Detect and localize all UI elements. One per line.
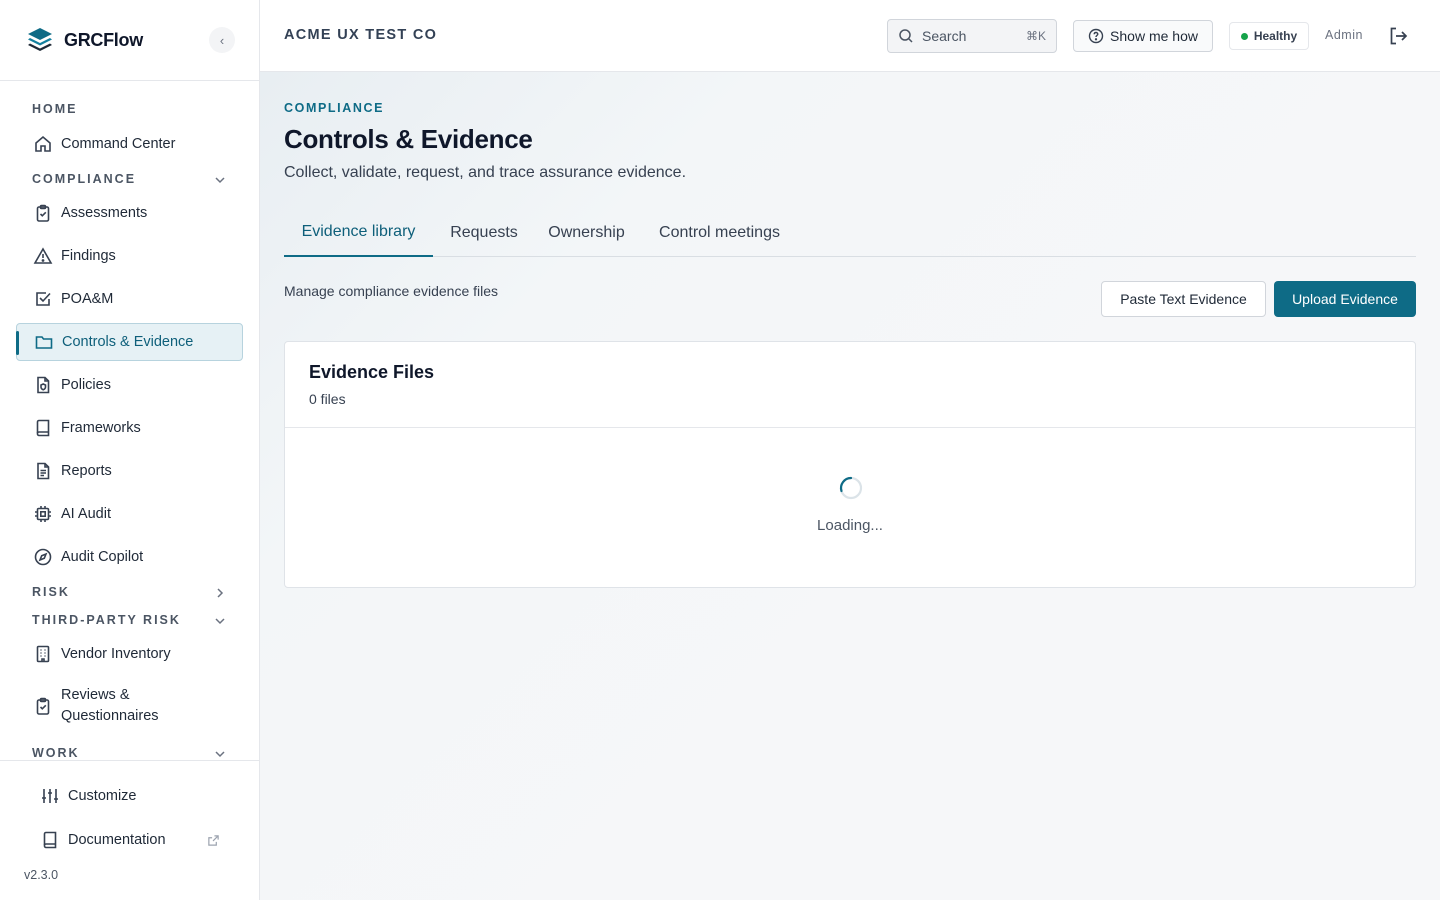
chevron-down-icon[interactable] xyxy=(212,172,228,188)
sidebar-item-reviews-questionnaires[interactable]: Reviews & Questionnaires xyxy=(16,677,243,735)
loading-spinner-icon xyxy=(839,476,863,500)
building-icon xyxy=(33,644,53,664)
home-icon xyxy=(33,134,53,154)
user-role[interactable]: Admin xyxy=(1325,28,1363,42)
search-shortcut: ⌘K xyxy=(1025,29,1046,43)
alert-triangle-icon xyxy=(33,246,53,266)
section-work[interactable]: WORK xyxy=(32,746,80,760)
clipboard-check-icon xyxy=(33,203,53,223)
card-title: Evidence Files xyxy=(309,362,435,382)
section-risk[interactable]: RISK xyxy=(32,585,70,599)
sidebar-item-label: Vendor Inventory xyxy=(61,645,171,662)
sidebar-item-command-center[interactable]: Command Center xyxy=(16,125,243,163)
logout-icon[interactable] xyxy=(1387,25,1409,47)
book-icon xyxy=(33,418,53,438)
folder-icon xyxy=(34,332,54,352)
tab-bar: Evidence library Requests Ownership Cont… xyxy=(284,208,1416,257)
page-title: Controls & Evidence xyxy=(284,124,533,154)
search-placeholder: Search xyxy=(922,28,967,44)
section-compliance[interactable]: COMPLIANCE xyxy=(32,172,136,186)
sidebar-item-label: Assessments xyxy=(61,204,148,221)
customize-button[interactable]: Customize xyxy=(24,778,234,814)
sidebar-nav: HOME Command Center COMPLIANCE Assessmen… xyxy=(0,81,259,761)
app-version: v2.3.0 xyxy=(24,868,59,882)
sidebar-item-label: Audit Copilot xyxy=(61,548,144,565)
check-square-icon xyxy=(33,289,53,309)
file-shield-icon xyxy=(33,375,53,395)
sidebar-item-assessments[interactable]: Assessments xyxy=(16,194,243,232)
page-subtitle: Collect, validate, request, and trace as… xyxy=(284,164,687,181)
sidebar-item-reports[interactable]: Reports xyxy=(16,452,243,490)
sidebar-item-label: Controls & Evidence xyxy=(62,333,194,350)
section-description: Manage compliance evidence files xyxy=(284,283,499,299)
documentation-link[interactable]: Documentation xyxy=(24,822,234,858)
organization-name: ACME UX TEST CO xyxy=(284,27,438,43)
show-me-how-label: Show me how xyxy=(1110,28,1198,44)
external-link-icon xyxy=(208,834,219,846)
evidence-files-card: Evidence Files 0 files Loading... xyxy=(284,341,1416,588)
section-third-party-risk[interactable]: THIRD-PARTY RISK xyxy=(32,613,181,627)
documentation-label: Documentation xyxy=(68,832,166,848)
chevron-down-icon[interactable] xyxy=(212,613,228,629)
sliders-icon xyxy=(42,789,58,803)
brand-name[interactable]: GRCFlow xyxy=(64,30,143,51)
top-bar: ACME UX TEST CO Search ⌘K Show me how He… xyxy=(260,0,1440,72)
sidebar-item-ai-audit[interactable]: AI Audit xyxy=(16,495,243,533)
compass-icon xyxy=(33,547,53,567)
status-badge: Healthy xyxy=(1229,22,1309,50)
clipboard-check-icon xyxy=(33,696,53,716)
sidebar: GRCFlow ‹ HOME Command Center COMPLIANCE… xyxy=(0,0,260,900)
chevron-down-icon[interactable] xyxy=(212,746,228,761)
status-label: Healthy xyxy=(1253,29,1298,43)
page-eyebrow: COMPLIANCE xyxy=(284,101,385,115)
card-header: Evidence Files 0 files xyxy=(285,342,1415,428)
collapse-sidebar-button[interactable]: ‹ xyxy=(209,27,235,53)
section-home: HOME xyxy=(32,102,78,116)
search-input[interactable]: Search ⌘K xyxy=(887,19,1057,53)
sidebar-item-policies[interactable]: Policies xyxy=(16,366,243,404)
sidebar-item-controls-evidence[interactable]: Controls & Evidence xyxy=(16,323,243,361)
sidebar-item-label-line: Questionnaires xyxy=(61,708,159,724)
sidebar-item-label: Frameworks xyxy=(61,419,141,436)
loading-text: Loading... xyxy=(817,517,883,534)
main-content: COMPLIANCE Controls & Evidence Collect, … xyxy=(260,72,1440,900)
sidebar-item-label: Reports xyxy=(61,462,112,479)
help-circle-icon xyxy=(1088,28,1104,44)
sidebar-item-label: AI Audit xyxy=(61,505,111,522)
sidebar-item-audit-copilot[interactable]: Audit Copilot xyxy=(16,538,243,576)
file-text-icon xyxy=(33,461,53,481)
show-me-how-button[interactable]: Show me how xyxy=(1073,20,1213,52)
sidebar-item-label: Findings xyxy=(61,247,116,264)
sidebar-item-vendor-inventory[interactable]: Vendor Inventory xyxy=(16,635,243,673)
sidebar-item-label: Policies xyxy=(61,376,111,393)
chevron-left-icon: ‹ xyxy=(219,32,225,48)
file-count: 0 files xyxy=(309,391,346,407)
customize-label: Customize xyxy=(68,788,137,804)
sidebar-item-label: POA&M xyxy=(61,290,114,307)
sidebar-item-label: Reviews & Questionnaires xyxy=(61,685,159,727)
sidebar-item-label-line: Reviews & xyxy=(61,687,130,703)
sidebar-item-label: Command Center xyxy=(61,135,176,152)
status-dot-icon xyxy=(1240,32,1248,40)
tab-control-meetings[interactable]: Control meetings xyxy=(646,208,793,257)
sidebar-footer: Customize Documentation v2.3.0 xyxy=(0,760,259,900)
sidebar-item-findings[interactable]: Findings xyxy=(16,237,243,275)
search-icon xyxy=(899,29,913,43)
tab-requests[interactable]: Requests xyxy=(437,208,531,257)
sidebar-item-poam[interactable]: POA&M xyxy=(16,280,243,318)
chevron-right-icon[interactable] xyxy=(212,585,228,601)
brand-header: GRCFlow ‹ xyxy=(0,0,259,81)
sidebar-item-frameworks[interactable]: Frameworks xyxy=(16,409,243,447)
upload-evidence-button[interactable]: Upload Evidence xyxy=(1274,281,1416,317)
tab-ownership[interactable]: Ownership xyxy=(539,208,634,257)
tab-evidence-library[interactable]: Evidence library xyxy=(284,208,433,257)
grcflow-logo-icon[interactable] xyxy=(24,24,56,56)
paste-text-evidence-button[interactable]: Paste Text Evidence xyxy=(1101,281,1266,317)
book-icon xyxy=(43,831,57,849)
cpu-icon xyxy=(33,504,53,524)
